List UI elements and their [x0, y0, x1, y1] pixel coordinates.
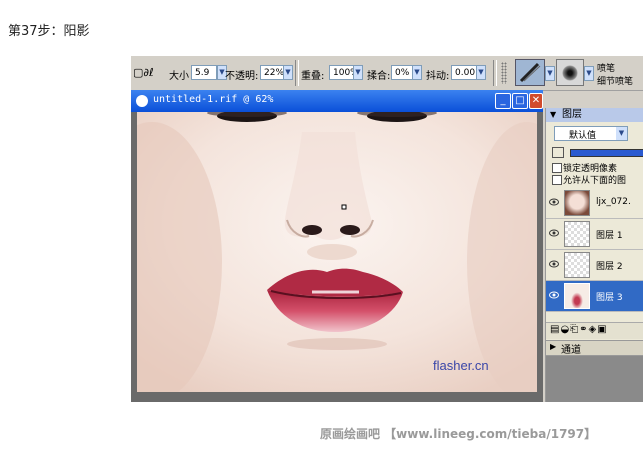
layer-name: 图层 1	[596, 231, 623, 241]
painter-app-icon	[136, 95, 148, 107]
overlap-field[interactable]: 100%	[329, 65, 359, 80]
layer-options-icon[interactable]	[552, 147, 564, 158]
layer-action-icons[interactable]: ▤◒⎗⚭◈▣	[550, 324, 608, 335]
left-nostril	[302, 225, 322, 235]
collapse-arrow-icon[interactable]: ▼	[550, 108, 556, 122]
step-caption: 第37步：阳影	[8, 24, 90, 39]
layers-panel-title: 图层	[562, 109, 582, 120]
expand-arrow-icon[interactable]: ▶	[550, 342, 556, 351]
painting-canvas[interactable]: flasher.cn	[137, 112, 537, 392]
eye-icon	[549, 291, 559, 299]
layers-panel-header[interactable]: ▼ 图层	[546, 108, 643, 122]
opacity-field[interactable]: 22%	[260, 65, 284, 80]
layer-thumbnail	[564, 190, 590, 216]
pick-up-underlying-label: 允许从下面的图	[563, 176, 627, 186]
layer-name: 图层 3	[596, 293, 623, 303]
opacity-slider[interactable]	[570, 149, 643, 157]
brush-category-dropdown-icon[interactable]: ▼	[545, 66, 555, 81]
right-nostril	[340, 225, 360, 235]
blend-label: 揉合:	[367, 71, 391, 82]
eye-icon	[549, 198, 559, 206]
composite-method-value: 默认值	[569, 131, 597, 141]
layer-name: ljx_072.	[596, 197, 631, 207]
layers-panel: ▼ 图层 默认值 ▼ 锁定透明像素 允许从下面的图 ljx_072. 图层 1 …	[545, 108, 643, 402]
layer-row[interactable]: ljx_072.	[546, 188, 643, 219]
jitter-field[interactable]: 0.00	[451, 65, 477, 80]
document-title: untitled-1.rif @ 62%	[153, 94, 274, 105]
opacity-dropdown-icon[interactable]: ▼	[283, 65, 293, 80]
blend-field[interactable]: 0%	[391, 65, 413, 80]
document-titlebar[interactable]: untitled-1.rif @ 62% _ □ ✕	[131, 90, 543, 112]
face-painting	[137, 112, 537, 392]
brush-variant-icon[interactable]	[556, 59, 584, 86]
eye-icon	[549, 229, 559, 237]
channels-panel-header[interactable]: ▶ 通道	[546, 340, 643, 356]
blend-dropdown-icon[interactable]: ▼	[412, 65, 422, 80]
panel-dock-area	[546, 356, 643, 402]
opacity-label: 不透明:	[225, 71, 259, 82]
jitter-dropdown-icon[interactable]: ▼	[476, 65, 486, 80]
toolbar-grip-icon	[501, 62, 507, 84]
layer-thumbnail	[564, 221, 590, 247]
layer-thumbnail	[564, 252, 590, 278]
minimize-button[interactable]: _	[495, 93, 511, 109]
chevron-down-icon: ▼	[616, 127, 627, 140]
brush-category-icon[interactable]	[515, 59, 545, 86]
document-window: untitled-1.rif @ 62% _ □ ✕ flasher.cn	[131, 90, 543, 402]
close-button[interactable]: ✕	[529, 93, 543, 109]
layer-row-selected[interactable]: 图层 3	[546, 281, 643, 312]
lock-transparency-checkbox[interactable]	[552, 163, 562, 173]
site-watermark: 原画绘画吧 【www.lineeg.com/tieba/1797】	[320, 427, 597, 441]
brush-shape-icons[interactable]: ▢∂ℓ	[133, 66, 154, 79]
overlap-dropdown-icon[interactable]: ▼	[353, 65, 363, 80]
layer-actions-bar: ▤◒⎗⚭◈▣	[546, 322, 643, 339]
eye-icon	[549, 260, 559, 268]
pick-up-underlying-checkbox[interactable]	[552, 175, 562, 185]
brush-variant-name: 细节喷笔	[597, 77, 634, 87]
overlap-label: 重叠:	[301, 71, 325, 82]
channels-label: 通道	[561, 345, 581, 356]
layer-name: 图层 2	[596, 262, 623, 272]
layer-row[interactable]: 图层 2	[546, 250, 643, 281]
layer-thumbnail	[564, 283, 590, 309]
maximize-button[interactable]: □	[512, 93, 528, 109]
property-bar: ▢∂ℓ 大小 5.9 ▼ 不透明: 22% ▼ 重叠: 100% ▼ 揉合: 0…	[131, 56, 643, 91]
size-field[interactable]: 5.9	[191, 65, 217, 80]
jitter-label: 抖动:	[426, 71, 450, 82]
size-label: 大小	[169, 71, 189, 82]
toolbar-separator	[295, 60, 299, 86]
composite-method-select[interactable]: 默认值 ▼	[554, 126, 628, 141]
canvas-watermark: flasher.cn	[433, 358, 489, 373]
toolbar-separator	[493, 60, 497, 86]
painter-screenshot: ▢∂ℓ 大小 5.9 ▼ 不透明: 22% ▼ 重叠: 100% ▼ 揉合: 0…	[131, 56, 643, 402]
layer-row[interactable]: 图层 1	[546, 219, 643, 250]
brush-cursor	[341, 204, 347, 210]
brush-name: 喷笔	[597, 64, 616, 74]
brush-variant-dropdown-icon[interactable]: ▼	[584, 66, 594, 81]
